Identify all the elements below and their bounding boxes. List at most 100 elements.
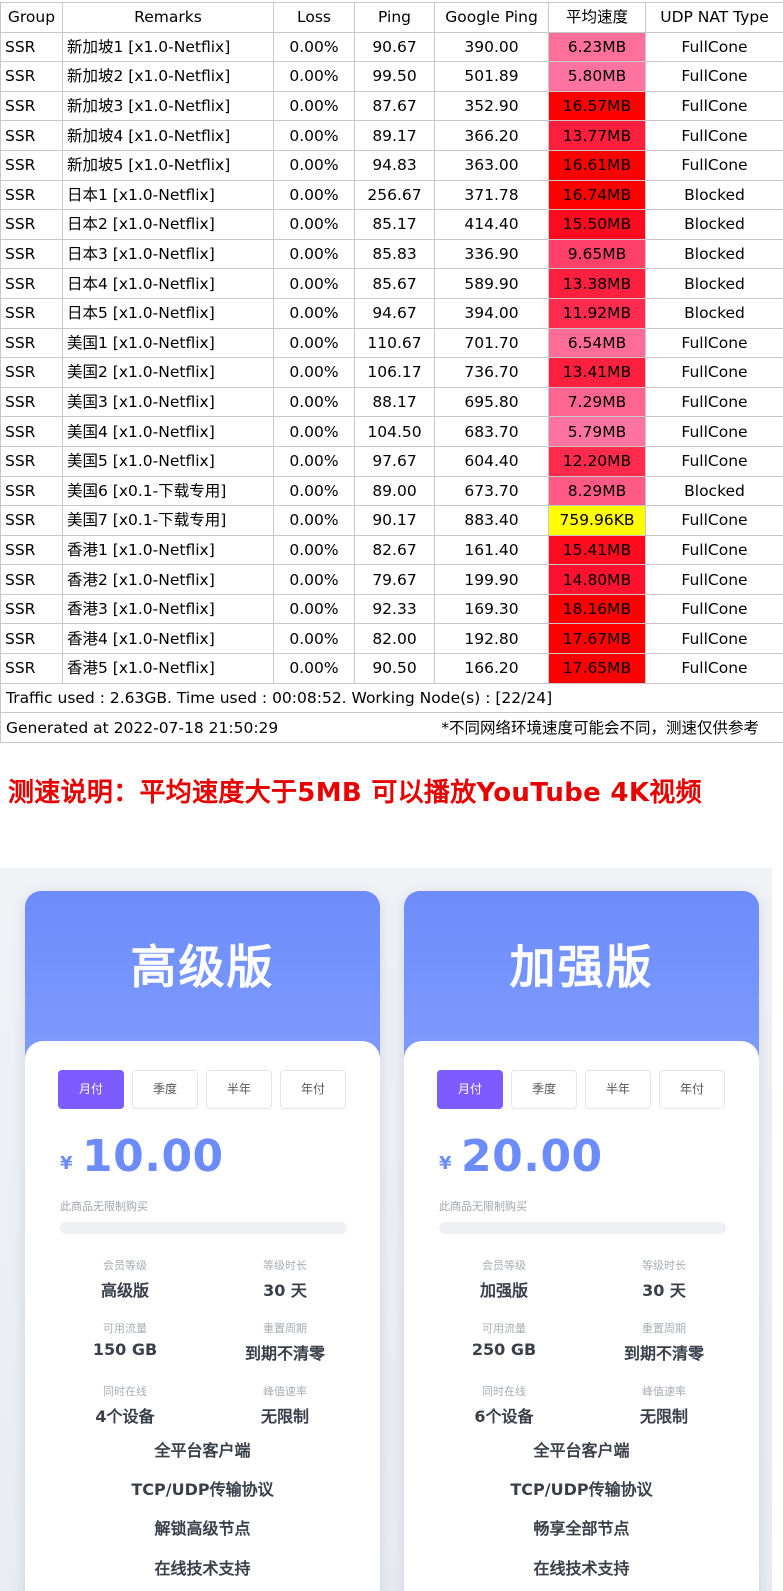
cell-google-ping: 363.00 — [434, 149, 549, 181]
spec-label: 等级时长 — [642, 1259, 686, 1272]
plan-title: 加强版 — [509, 940, 654, 994]
billing-period-tabs: 月付 季度 半年 年付 — [58, 1070, 348, 1110]
cell-udp-nat: FullCone — [645, 327, 783, 359]
table-row: SSR 日本4 [x1.0-Netflix] 0.00% 85.67 589.90 13.… — [0, 268, 783, 299]
cell-avg-speed: 16.61MB — [548, 149, 646, 181]
plan-card-enhanced: 加强版 月付 季度 半年 年付 ¥ 20.00 此商品无限制购买 会员等级 加强… — [404, 891, 759, 1591]
cell-remarks: 美国7 [x0.1-下载专用] — [62, 505, 274, 536]
cell-remarks: 新加坡3 [x1.0-Netflix] — [62, 90, 274, 122]
cell-group: SSR — [0, 505, 63, 536]
cell-loss: 0.00% — [273, 31, 355, 63]
cell-remarks: 日本3 [x1.0-Netflix] — [62, 238, 274, 270]
spec-value: 30 天 — [263, 1281, 307, 1300]
cell-group: SSR — [0, 31, 63, 63]
cell-udp-nat: Blocked — [645, 475, 783, 507]
cell-udp-nat: Blocked — [645, 297, 783, 329]
cell-group: SSR — [0, 357, 63, 388]
plan-card-body: 月付 季度 半年 年付 ¥ 20.00 此商品无限制购买 会员等级 加强版 等级… — [404, 1041, 759, 1591]
cell-google-ping: 366.20 — [434, 120, 549, 151]
cell-remarks: 美国4 [x1.0-Netflix] — [62, 416, 274, 447]
cell-google-ping: 589.90 — [434, 268, 549, 299]
cell-loss: 0.00% — [273, 179, 355, 211]
cell-remarks: 新加坡2 [x1.0-Netflix] — [62, 61, 274, 92]
cell-ping: 97.67 — [354, 445, 435, 477]
cell-avg-speed: 9.65MB — [548, 238, 646, 270]
spec-value: 到期不清零 — [244, 1344, 325, 1363]
tab-monthly[interactable]: 月付 — [437, 1070, 503, 1109]
cell-google-ping: 673.70 — [434, 475, 549, 507]
plan-card-body: 月付 季度 半年 年付 ¥ 10.00 此商品无限制购买 会员等级 高级版 等级… — [25, 1041, 380, 1591]
cell-remarks: 香港1 [x1.0-Netflix] — [62, 534, 274, 566]
speedtest-table: Group Remarks Loss Ping Google Ping 平均速度… — [0, 2, 783, 743]
tab-yearly[interactable]: 年付 — [280, 1070, 346, 1109]
currency-symbol: ¥ — [439, 1153, 452, 1174]
cell-udp-nat: FullCone — [645, 445, 783, 477]
spec-available-traffic: 可用流量 150 GB — [55, 1322, 195, 1359]
table-row: SSR 香港5 [x1.0-Netflix] 0.00% 90.50 166.20 17.… — [0, 653, 783, 684]
cell-avg-speed: 16.74MB — [548, 179, 646, 211]
cell-ping: 99.50 — [354, 61, 435, 92]
table-row: SSR 新加坡3 [x1.0-Netflix] 0.00% 87.67 352.90 16… — [0, 90, 783, 122]
table-row: SSR 香港1 [x1.0-Netflix] 0.00% 82.67 161.40 15.… — [0, 534, 783, 566]
cell-google-ping: 199.90 — [434, 564, 549, 595]
feature-item: 畅享全部节点 — [533, 1519, 630, 1538]
table-row: SSR 美国1 [x1.0-Netflix] 0.00% 110.67 701.70 6.… — [0, 327, 783, 359]
cell-avg-speed: 6.23MB — [548, 31, 646, 63]
tab-yearly[interactable]: 年付 — [659, 1070, 725, 1109]
cell-avg-speed: 17.67MB — [548, 623, 646, 655]
price-amount: 10.00 — [82, 1131, 224, 1182]
spec-value: 250 GB — [471, 1340, 537, 1359]
cell-group: SSR — [0, 238, 63, 270]
cell-loss: 0.00% — [273, 297, 355, 329]
cell-group: SSR — [0, 90, 63, 122]
spec-label: 同时在线 — [482, 1385, 526, 1398]
spec-concurrent-devices: 同时在线 4个设备 — [55, 1385, 195, 1427]
price-amount: 20.00 — [461, 1131, 603, 1182]
feature-item: 解锁高级节点 — [154, 1519, 251, 1538]
cell-udp-nat: FullCone — [645, 593, 783, 625]
table-body: SSR 新加坡1 [x1.0-Netflix] 0.00% 90.67 390.00 6.… — [0, 31, 783, 684]
cell-ping: 87.67 — [354, 90, 435, 122]
feature-item: TCP/UDP传输协议 — [131, 1480, 274, 1499]
cell-avg-speed: 17.65MB — [548, 653, 646, 684]
tab-quarterly[interactable]: 季度 — [511, 1070, 577, 1109]
cell-avg-speed: 16.57MB — [548, 90, 646, 122]
plan-card-header: 高级版 — [25, 891, 380, 1061]
tab-half-year[interactable]: 半年 — [585, 1070, 651, 1109]
currency-symbol: ¥ — [60, 1153, 73, 1174]
table-row: SSR 日本2 [x1.0-Netflix] 0.00% 85.17 414.40 15.… — [0, 209, 783, 240]
spec-reset-cycle: 重置周期 到期不清零 — [215, 1322, 355, 1364]
table-row: SSR 新加坡5 [x1.0-Netflix] 0.00% 94.83 363.00 16… — [0, 149, 783, 181]
cell-google-ping: 352.90 — [434, 90, 549, 122]
cell-avg-speed: 759.96KB — [548, 505, 646, 536]
spec-label: 会员等级 — [103, 1259, 147, 1272]
spec-available-traffic: 可用流量 250 GB — [434, 1322, 574, 1359]
generated-row: Generated at 2022-07-18 21:50:29 *不同网络环境… — [0, 712, 783, 743]
spec-label: 重置周期 — [642, 1322, 686, 1335]
table-row: SSR 香港3 [x1.0-Netflix] 0.00% 92.33 169.30 18.… — [0, 593, 783, 625]
cell-google-ping: 604.40 — [434, 445, 549, 477]
table-row: SSR 香港4 [x1.0-Netflix] 0.00% 82.00 192.80 17.… — [0, 623, 783, 655]
cell-udp-nat: FullCone — [645, 149, 783, 181]
spec-level-duration: 等级时长 30 天 — [215, 1259, 355, 1301]
tab-monthly[interactable]: 月付 — [58, 1070, 124, 1109]
cell-udp-nat: FullCone — [645, 386, 783, 418]
spec-peak-rate: 峰值速率 无限制 — [594, 1385, 734, 1427]
feature-item: 全平台客户端 — [533, 1441, 630, 1460]
cell-avg-speed: 13.38MB — [548, 268, 646, 299]
cell-loss: 0.00% — [273, 90, 355, 122]
traffic-summary: Traffic used : 2.63GB. Time used : 00:08… — [0, 682, 783, 714]
table-row: SSR 新加坡1 [x1.0-Netflix] 0.00% 90.67 390.00 6.… — [0, 31, 783, 63]
feature-item: 全平台客户端 — [154, 1441, 251, 1460]
cell-group: SSR — [0, 534, 63, 566]
cell-loss: 0.00% — [273, 327, 355, 359]
tab-quarterly[interactable]: 季度 — [132, 1070, 198, 1109]
tab-half-year[interactable]: 半年 — [206, 1070, 272, 1109]
cell-google-ping: 161.40 — [434, 534, 549, 566]
cell-google-ping: 883.40 — [434, 505, 549, 536]
cell-udp-nat: Blocked — [645, 209, 783, 240]
spec-label: 重置周期 — [263, 1322, 307, 1335]
cell-group: SSR — [0, 149, 63, 181]
plan-title: 高级版 — [130, 940, 275, 994]
cell-google-ping: 701.70 — [434, 327, 549, 359]
